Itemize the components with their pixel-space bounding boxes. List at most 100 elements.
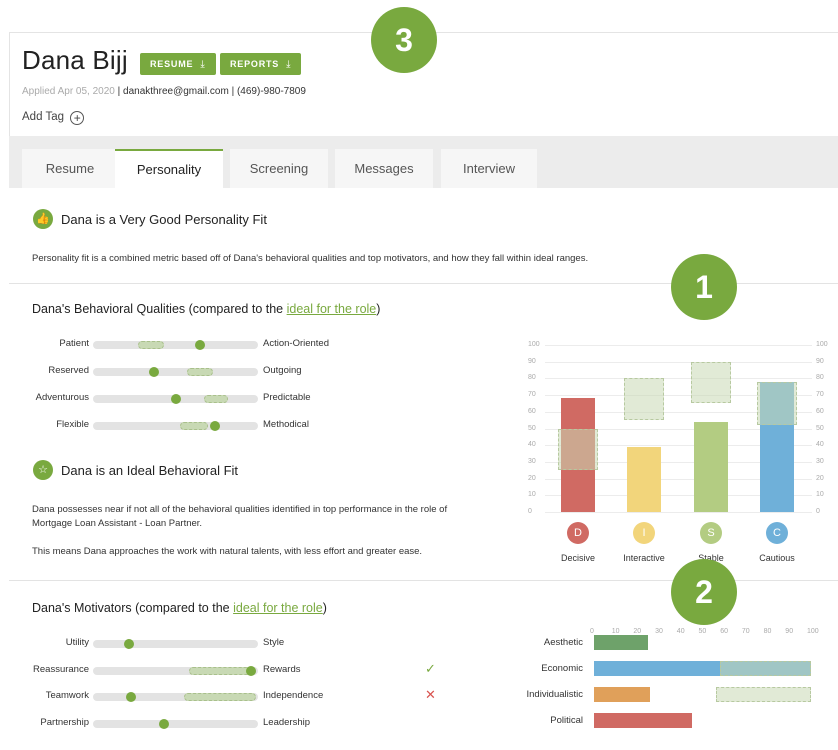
tab-personality[interactable]: Personality — [115, 149, 223, 188]
step-badge-2: 2 — [671, 559, 737, 625]
y-tick-label-right: 30 — [816, 457, 824, 465]
scale-left-label: Flexible — [56, 419, 89, 430]
chart-gridline — [545, 345, 812, 346]
motivator-bar — [594, 635, 649, 650]
scale-row: Partnership Leadership — [0, 717, 520, 731]
step-badge-3: 3 — [371, 7, 437, 73]
step-badge-1: 1 — [671, 254, 737, 320]
scale-row: Utility Style — [0, 637, 520, 651]
y-tick-label-left: 100 — [528, 341, 540, 348]
y-tick-label-left: 60 — [528, 407, 536, 415]
candidate-email[interactable]: danakthree@gmail.com — [123, 86, 229, 97]
scale-marker — [125, 692, 136, 702]
y-tick-label-left: 20 — [528, 474, 536, 482]
motivator-ideal-range — [715, 687, 811, 702]
y-tick-label-left: 40 — [528, 441, 536, 449]
disc-ideal-range — [558, 428, 598, 471]
behavioral-fit-line-1: Dana possesses near if not all of the be… — [32, 504, 448, 515]
download-icon: ⤓ — [286, 59, 292, 70]
motivator-category-label: Individualistic — [526, 689, 584, 700]
tab-screening[interactable]: Screening — [230, 149, 328, 188]
motivator-bar — [594, 687, 651, 702]
scale-right-label: Leadership — [263, 716, 311, 728]
scale-left-label: Teamwork — [45, 690, 89, 701]
tab-interview[interactable]: Interview — [441, 149, 537, 188]
scale-row: Patient Action-Oriented — [0, 338, 520, 352]
y-tick-label-right: 70 — [816, 391, 824, 399]
tab-messages[interactable]: Messages — [335, 149, 433, 188]
scale-marker — [246, 665, 257, 676]
resume-button-label: RESUME — [150, 59, 194, 69]
scale-track — [93, 640, 258, 648]
chart-gridline — [545, 361, 812, 363]
candidate-meta: Applied Apr 05, 2020 | danakthree@gmail.… — [22, 86, 306, 97]
x-tick-label: 70 — [741, 628, 750, 635]
disc-ideal-range — [624, 378, 664, 421]
motivators-title-suffix: ) — [322, 601, 327, 615]
scale-right-label: Style — [263, 637, 285, 648]
scale-ideal-range — [183, 693, 257, 701]
behavioral-qualities-title: Dana's Behavioral Qualities (compared to… — [32, 302, 380, 316]
motivator-category-label: Aesthetic — [543, 637, 583, 648]
x-tick-label: 60 — [720, 628, 728, 635]
motivator-ideal-range — [719, 661, 811, 676]
chart-gridline — [545, 378, 812, 380]
x-tick-label: 90 — [785, 628, 794, 635]
y-tick-label-right: 60 — [816, 407, 824, 415]
scale-marker — [158, 718, 169, 729]
ideal-for-role-link[interactable]: ideal for the role — [287, 302, 377, 316]
scale-row: Flexible Methodical — [0, 419, 520, 433]
add-tag-button[interactable]: Add Tag + — [22, 111, 85, 125]
disc-category-label: Decisive — [560, 553, 595, 563]
disc-letter-badge: C — [766, 522, 788, 544]
check-icon: ✓ — [425, 660, 436, 676]
motivators-title-prefix: Dana's Motivators (compared to the — [32, 601, 234, 615]
scale-track — [93, 719, 258, 728]
motivator-category-label: Economic — [541, 663, 583, 674]
scale-right-label: Action-Oriented — [263, 338, 330, 349]
y-tick-label-right: 80 — [816, 374, 824, 382]
reports-download-button[interactable]: REPORTS ⤓ — [220, 53, 302, 75]
tab-bar: Resume Personality Screening Messages In… — [9, 136, 838, 188]
candidate-name: Dana Bijj — [22, 45, 128, 75]
candidate-phone[interactable]: (469)-980-7809 — [237, 86, 306, 97]
scale-right-label: Rewards — [263, 663, 301, 675]
y-tick-label-left: 50 — [528, 424, 536, 432]
ideal-for-role-link[interactable]: ideal for the role — [233, 601, 323, 615]
chart-gridline — [545, 512, 812, 513]
y-tick-label-right: 100 — [816, 341, 828, 348]
scale-left-label: Patient — [59, 338, 89, 349]
scale-left-label: Reserved — [48, 365, 89, 376]
download-icon: ⤓ — [200, 59, 206, 70]
scale-right-label: Independence — [263, 690, 324, 701]
y-tick-label-right: 40 — [816, 441, 824, 449]
y-tick-label-right: 20 — [816, 474, 824, 482]
scale-ideal-range — [137, 341, 164, 349]
x-tick-label: 50 — [698, 628, 707, 635]
x-tick-label: 30 — [655, 628, 663, 635]
scale-right-label: Outgoing — [263, 365, 302, 376]
behavioral-fit-line-2: Mortgage Loan Assistant - Loan Partner. — [32, 518, 203, 529]
scale-track — [93, 341, 258, 349]
personality-fit-title: Dana is a Very Good Personality Fit — [61, 212, 267, 227]
disc-category-label: Cautious — [759, 553, 795, 563]
y-tick-label-left: 80 — [528, 374, 536, 382]
resume-download-button[interactable]: RESUME ⤓ — [140, 53, 216, 75]
personality-fit-description: Personality fit is a combined metric bas… — [32, 253, 589, 264]
scale-marker — [170, 394, 181, 404]
tab-resume[interactable]: Resume — [22, 149, 118, 188]
scale-row: Teamwork Independence ✕ — [0, 687, 520, 704]
motivators-title: Dana's Motivators (compared to the ideal… — [32, 601, 327, 615]
y-tick-label-right: 90 — [816, 357, 824, 365]
disc-ideal-range — [691, 361, 731, 404]
behavioral-fit-text: Dana possesses near if not all of the be… — [32, 503, 447, 531]
motivator-bar — [594, 713, 692, 728]
x-tick-label: 100 — [807, 628, 819, 635]
disc-letter-badge: S — [700, 522, 722, 544]
y-tick-label-left: 10 — [528, 491, 536, 499]
y-tick-label-left: 70 — [528, 391, 536, 399]
scale-row: Adventurous Predictable — [0, 392, 520, 406]
x-tick-label: 80 — [763, 628, 772, 635]
motivator-category-label: Political — [550, 715, 583, 726]
x-tick-label: 0 — [590, 628, 594, 635]
